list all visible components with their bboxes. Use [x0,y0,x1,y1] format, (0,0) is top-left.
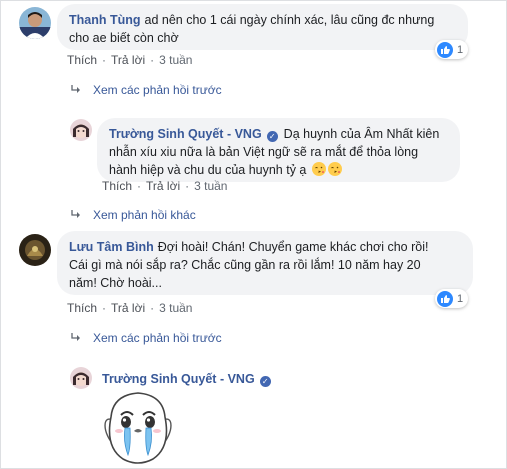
separator-dot: · [102,301,107,315]
comment-text: Đợi hoài! Chán! Chuyển game khác chơi ch… [157,240,429,254]
crying-bunny-sticker[interactable] [101,387,175,469]
timestamp[interactable]: 3 tuần [159,301,192,315]
separator-dot: · [137,179,142,193]
verified-badge-icon: ✓ [259,376,271,387]
kiss-emoji-icon [327,162,342,176]
like-icon [437,291,453,307]
comments-panel: Thanh Tùng ad nên cho 1 cái ngày chính xá… [0,0,507,469]
verified-badge-icon: ✓ [266,131,278,142]
comment-header: Trường Sinh Quyết - VNG ✓ [102,371,277,387]
separator-dot: · [185,179,190,193]
reply-link[interactable]: Trả lời [111,301,145,315]
timestamp[interactable]: 3 tuần [159,53,192,67]
kiss-emoji-icon [311,162,326,176]
separator-dot: · [150,301,155,315]
avatar-truong-sinh-quyet[interactable] [70,119,92,141]
comment-text: ad nên cho 1 cái ngày chính xác, lâu cũn… [144,13,435,27]
comment-bubble-2: Trường Sinh Quyết - VNG ✓ Dạ huynh của Âm … [97,118,460,182]
reply-link[interactable]: Trả lời [146,179,180,193]
comment-author[interactable]: Trường Sinh Quyết - VNG [102,372,255,386]
like-link[interactable]: Thích [102,179,132,193]
reaction-count: 1 [457,293,464,305]
timestamp[interactable]: 3 tuần [194,179,227,193]
comment-bubble-1: Thanh Tùng ad nên cho 1 cái ngày chính xá… [57,4,468,50]
avatar-truong-sinh-quyet[interactable] [70,367,92,389]
avatar-luu-tam-binh[interactable] [19,234,51,266]
reaction-count: 1 [457,44,464,56]
reply-link[interactable]: Trả lời [111,53,145,67]
comment-author[interactable]: Lưu Tâm Bình [69,240,154,254]
reaction-badge[interactable]: 1 [435,289,469,308]
like-link[interactable]: Thích [67,53,97,67]
reaction-badge[interactable]: 1 [435,40,469,59]
comment-text: Dạ huynh của Âm Nhất kiên [283,127,440,141]
view-previous-replies[interactable]: Xem các phản hồi trước [71,331,222,345]
comment-author[interactable]: Thanh Tùng [69,13,141,27]
like-icon [437,42,453,58]
separator-dot: · [150,53,155,67]
comment-author[interactable]: Trường Sinh Quyết - VNG [109,127,262,141]
reply-arrow-icon [71,210,80,218]
reply-arrow-icon [71,333,80,341]
comment-actions: Thích · Trả lời · 3 tuần [102,179,227,193]
view-replies-label: Xem các phản hồi trước [93,83,222,97]
separator-dot: · [102,53,107,67]
comment-text: hành hiệp và chu du của huynh tỷ ạ [109,163,307,177]
comment-text: cho ae biết còn chờ [69,31,179,45]
view-previous-replies[interactable]: Xem các phản hồi trước [71,83,222,97]
comment-actions: Thích · Trả lời · 3 tuần [67,53,192,67]
view-replies-label: Xem các phản hồi trước [93,331,222,345]
view-replies-label: Xem phản hồi khác [93,208,196,222]
comment-text: nhẫn xíu xiu nữa là bản Việt ngữ sẽ ra m… [109,145,419,159]
avatar-thanh-tung[interactable] [19,7,51,39]
like-link[interactable]: Thích [67,301,97,315]
reply-arrow-icon [71,85,80,93]
comment-text: năm! Chờ hoài... [69,276,162,290]
comment-bubble-3: Lưu Tâm Bình Đợi hoài! Chán! Chuyển game … [57,231,473,295]
comment-actions: Thích · Trả lời · 3 tuần [67,301,192,315]
comment-text: Cái gì mà nói sắp ra? Chắc cũng gần ra r… [69,258,421,272]
view-more-replies[interactable]: Xem phản hồi khác [71,208,196,222]
